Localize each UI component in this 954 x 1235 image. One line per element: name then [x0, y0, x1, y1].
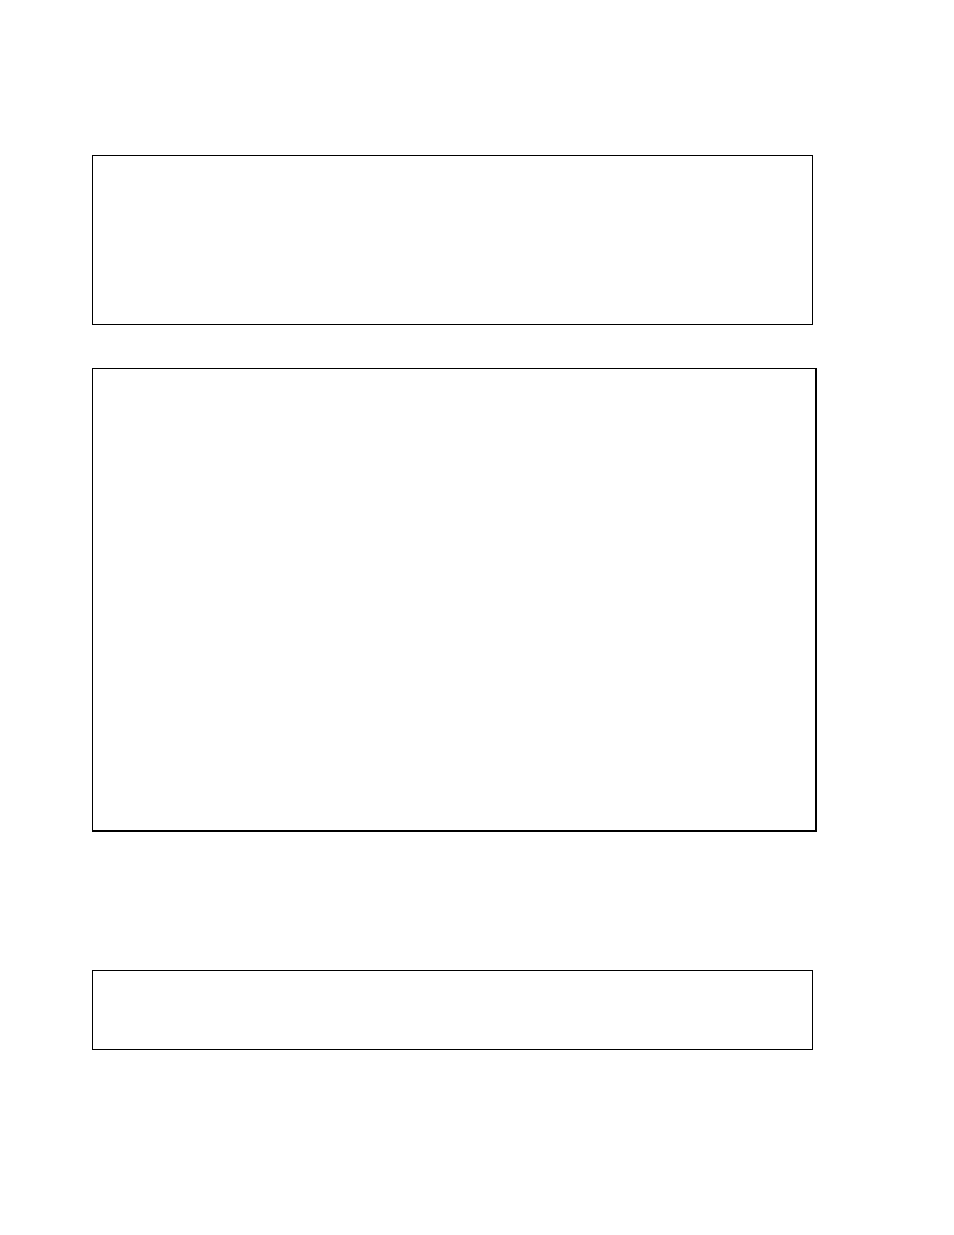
empty-box-middle: [92, 368, 817, 832]
empty-box-top: [92, 155, 813, 325]
empty-box-bottom: [92, 970, 813, 1050]
